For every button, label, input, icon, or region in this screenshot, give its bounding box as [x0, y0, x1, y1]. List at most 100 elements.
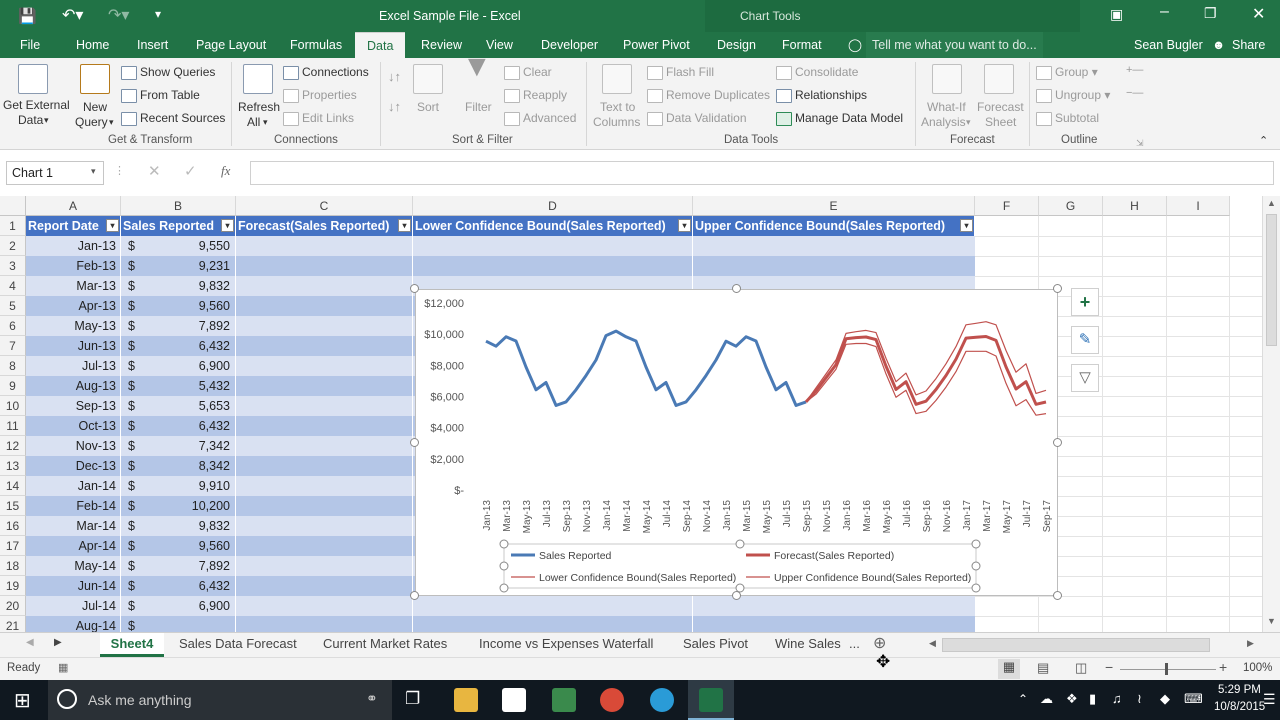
row-header[interactable]: 1 [0, 216, 26, 236]
cortana-search-box[interactable]: Ask me anything ⚭ [48, 680, 392, 720]
consolidate-button[interactable]: Consolidate [776, 65, 858, 80]
filter-dropdown-icon[interactable]: ▾ [106, 219, 119, 232]
sheet-tab[interactable]: Current Market Rates [323, 633, 447, 657]
scroll-down-icon[interactable]: ▼ [1267, 616, 1276, 626]
tab-power-pivot[interactable]: Power Pivot [623, 32, 690, 58]
resize-handle[interactable] [410, 437, 419, 447]
dropbox-icon[interactable]: ❖ [1066, 691, 1078, 707]
zoom-level[interactable]: 100% [1243, 662, 1272, 674]
date-cell[interactable]: Sep-13 [26, 396, 119, 416]
column-header-i[interactable]: I [1167, 196, 1230, 216]
date-cell[interactable]: Jan-14 [26, 476, 119, 496]
column-header-h[interactable]: H [1103, 196, 1167, 216]
row-header[interactable]: 3 [0, 256, 26, 276]
prev-sheet-icon[interactable]: ◀ [26, 637, 34, 648]
battery-icon[interactable]: ▮ [1089, 691, 1096, 707]
column-header-b[interactable]: B [121, 196, 236, 216]
column-header-c[interactable]: C [236, 196, 413, 216]
ribbon-display-icon[interactable]: ▣ [1110, 6, 1123, 23]
resize-handle[interactable] [1053, 284, 1062, 293]
row-header[interactable]: 13 [0, 456, 26, 476]
zoom-in-icon[interactable]: + [1219, 659, 1227, 675]
sales-cell[interactable]: 9,231 [140, 256, 230, 276]
from-table-button[interactable]: From Table [121, 88, 200, 103]
get-external-data-button[interactable]: Get External [3, 98, 70, 112]
date-cell[interactable]: May-14 [26, 556, 119, 576]
sales-cell[interactable]: 6,432 [140, 336, 230, 356]
sales-cell[interactable]: 9,550 [140, 236, 230, 256]
date-cell[interactable]: Jun-13 [26, 336, 119, 356]
sort-button[interactable]: Sort [417, 100, 439, 114]
date-cell[interactable]: Dec-13 [26, 456, 119, 476]
normal-view-icon[interactable]: ▦ [998, 659, 1020, 679]
scroll-left-icon[interactable]: ◀ [929, 638, 936, 649]
close-icon[interactable]: ✕ [1252, 4, 1265, 24]
next-sheet-icon[interactable]: ▶ [54, 637, 62, 648]
advanced-button[interactable]: Advanced [504, 111, 576, 126]
text-to-columns-button[interactable]: Text to [600, 100, 635, 114]
page-layout-view-icon[interactable]: ▤ [1037, 660, 1049, 676]
store-icon[interactable] [502, 688, 526, 712]
show-detail-icon[interactable]: +— [1126, 63, 1143, 77]
action-center-icon[interactable]: ☰ [1263, 691, 1276, 708]
date-cell[interactable]: Jul-14 [26, 596, 119, 616]
show-hidden-icons[interactable]: ⌃ [1018, 692, 1028, 706]
data-validation-button[interactable]: Data Validation [647, 111, 747, 126]
sheet-tab[interactable]: Wine Sales [775, 633, 841, 657]
macro-record-icon[interactable]: ▦ [58, 661, 68, 674]
sheet-tab-active[interactable]: Sheet4 [100, 633, 164, 657]
sales-cell[interactable]: 6,432 [140, 416, 230, 436]
resize-handle[interactable] [731, 591, 741, 600]
column-header-a[interactable]: A [26, 196, 121, 216]
properties-button[interactable]: Properties [283, 88, 357, 103]
excel-taskbar-button[interactable] [688, 680, 734, 720]
formula-input[interactable] [250, 161, 1274, 185]
group-button[interactable]: Group ▾ [1036, 65, 1098, 80]
row-header[interactable]: 10 [0, 396, 26, 416]
show-queries-button[interactable]: Show Queries [121, 65, 215, 80]
page-break-view-icon[interactable]: ◫ [1075, 660, 1087, 676]
date-cell[interactable]: Mar-13 [26, 276, 119, 296]
row-header[interactable]: 7 [0, 336, 26, 356]
redo-icon[interactable]: ↷▾ [108, 5, 129, 25]
column-header-g[interactable]: G [1039, 196, 1103, 216]
dialog-launcher-icon[interactable]: ⇲ [1136, 136, 1144, 150]
sales-cell[interactable]: 9,560 [140, 296, 230, 316]
horizontal-scroll-thumb[interactable] [942, 638, 1210, 652]
manage-data-model-button[interactable]: Manage Data Model [776, 111, 903, 126]
select-all-corner[interactable] [0, 196, 26, 216]
filter-dropdown-icon[interactable]: ▾ [398, 219, 411, 232]
zoom-out-icon[interactable]: − [1105, 659, 1113, 675]
row-header[interactable]: 2 [0, 236, 26, 256]
date-cell[interactable]: Mar-14 [26, 516, 119, 536]
column-header-d[interactable]: D [413, 196, 693, 216]
tab-design[interactable]: Design [717, 32, 756, 58]
keyboard-icon[interactable]: ⌨ [1184, 691, 1203, 707]
sales-cell[interactable]: 5,653 [140, 396, 230, 416]
date-cell[interactable]: Apr-13 [26, 296, 119, 316]
chrome-icon[interactable] [600, 688, 624, 712]
windows-start-icon[interactable]: ⊞ [14, 688, 31, 713]
relationships-button[interactable]: Relationships [776, 88, 867, 103]
chart-styles-button[interactable]: ✎ [1071, 326, 1099, 354]
vertical-scroll-thumb[interactable] [1266, 214, 1277, 346]
task-view-icon[interactable]: ❐ [405, 689, 420, 709]
table-header-cell[interactable]: Forecast(Sales Reported) ▾ [236, 216, 413, 236]
sort-az-icon[interactable]: ↓↑ [388, 70, 401, 84]
row-header[interactable]: 12 [0, 436, 26, 456]
what-if-analysis-button[interactable]: What-If [927, 100, 966, 114]
sales-cell[interactable]: 10,200 [140, 496, 230, 516]
tab-file[interactable]: File [20, 32, 40, 58]
sales-cell[interactable]: 5,432 [140, 376, 230, 396]
clock-time[interactable]: 5:29 PM [1218, 684, 1261, 696]
date-cell[interactable]: Apr-14 [26, 536, 119, 556]
table-header-cell[interactable]: Upper Confidence Bound(Sales Reported) ▾ [693, 216, 975, 236]
sales-cell[interactable]: 7,342 [140, 436, 230, 456]
flash-fill-button[interactable]: Flash Fill [647, 65, 714, 80]
row-header[interactable]: 4 [0, 276, 26, 296]
resize-handle[interactable] [410, 591, 419, 600]
row-header[interactable]: 5 [0, 296, 26, 316]
sheet-tab[interactable]: Sales Pivot [683, 633, 748, 657]
sales-cell[interactable]: 8,342 [140, 456, 230, 476]
row-header[interactable]: 6 [0, 316, 26, 336]
